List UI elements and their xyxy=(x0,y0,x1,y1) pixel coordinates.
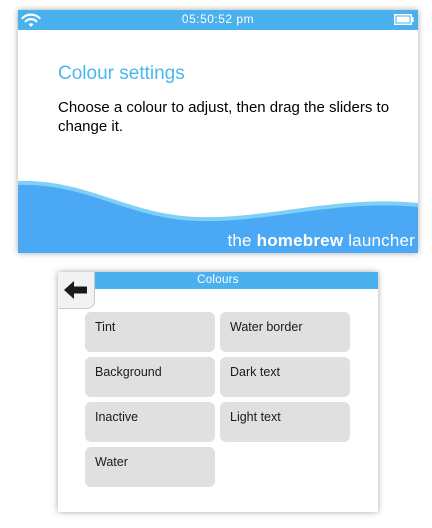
page-description: Choose a colour to adjust, then drag the… xyxy=(58,99,390,135)
homebrew-launcher-branding: the homebrew launcher xyxy=(227,231,415,251)
branding-bold: homebrew xyxy=(256,231,344,250)
back-button[interactable] xyxy=(58,272,95,309)
bottom-title-bar: Colours xyxy=(58,272,378,289)
status-bar: 05:50:52 pm xyxy=(18,10,418,30)
back-arrow-icon xyxy=(64,281,87,299)
water-button[interactable]: Water xyxy=(85,447,215,487)
water-border-button[interactable]: Water border xyxy=(220,312,350,352)
light-text-button[interactable]: Light text xyxy=(220,402,350,442)
inactive-button[interactable]: Inactive xyxy=(85,402,215,442)
bottom-screen: Colours Tint Water border Background Dar… xyxy=(58,272,378,512)
branding-suffix: launcher xyxy=(343,231,415,250)
top-screen: 05:50:52 pm Colour settings Choose a col… xyxy=(18,10,418,253)
background-button[interactable]: Background xyxy=(85,357,215,397)
battery-icon xyxy=(394,14,414,25)
tint-button[interactable]: Tint xyxy=(85,312,215,352)
page-title: Colour settings xyxy=(58,63,185,84)
dark-text-button[interactable]: Dark text xyxy=(220,357,350,397)
app-root: 05:50:52 pm Colour settings Choose a col… xyxy=(0,0,432,528)
branding-prefix: the xyxy=(227,231,257,250)
status-clock: 05:50:52 pm xyxy=(181,12,255,26)
